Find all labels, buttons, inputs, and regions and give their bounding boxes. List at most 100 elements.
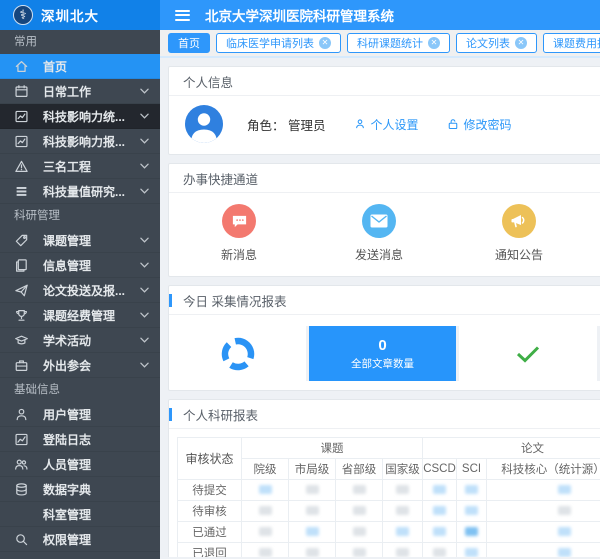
sidebar-item[interactable]: 日常工作 (0, 79, 160, 104)
sidebar-item[interactable]: 登陆日志 (0, 427, 160, 452)
open-tabs-bar: 首页临床医学申请列表✕科研课题统计✕论文列表✕课题费用报表✕用户列表✕ (160, 30, 600, 58)
table-cell[interactable] (383, 501, 423, 522)
table-cell[interactable] (289, 480, 336, 501)
table-cell[interactable] (336, 480, 383, 501)
lock-icon (447, 118, 459, 130)
sidebar-item-label: 科室管理 (43, 506, 91, 523)
hospital-logo-icon: ⚕ (13, 5, 33, 25)
tab-close-icon[interactable]: ✕ (428, 37, 440, 49)
table-cell[interactable] (242, 480, 289, 501)
table-row: 待提交 (178, 480, 600, 501)
table-cell[interactable] (336, 543, 383, 558)
table-cell[interactable] (289, 501, 336, 522)
quick-access-item[interactable]: 发送消息 (309, 204, 449, 263)
row-status-label: 待提交 (178, 480, 242, 501)
col-header-status: 审核状态 (178, 438, 242, 480)
blurred-value (353, 506, 366, 515)
blurred-value (465, 485, 478, 494)
table-cell[interactable] (487, 543, 600, 558)
sidebar-item[interactable]: 课题经费管理 (0, 303, 160, 328)
sidebar-item[interactable]: 信息管理 (0, 253, 160, 278)
table-cell[interactable] (336, 501, 383, 522)
table-cell[interactable] (423, 522, 457, 543)
tab[interactable]: 课题费用报表✕ (543, 33, 600, 53)
chevron-down-icon (140, 138, 149, 144)
blurred-value (558, 527, 571, 536)
tab-close-icon[interactable]: ✕ (319, 37, 331, 49)
sidebar-item[interactable]: 三名工程 (0, 154, 160, 179)
sidebar-item[interactable]: 科技量值研究... (0, 179, 160, 204)
col-group-header: 论文 (423, 438, 600, 459)
personal-info-card: 个人信息 角色： 管理员 个人设置 (168, 66, 600, 155)
sidebar-item[interactable]: 科技影响力报... (0, 129, 160, 154)
sidebar-item[interactable]: 外出参会 (0, 353, 160, 378)
table-cell[interactable] (487, 522, 600, 543)
search-icon (14, 532, 29, 547)
personal-settings-link[interactable]: 个人设置 (354, 116, 419, 133)
table-cell[interactable] (336, 522, 383, 543)
sidebar-item[interactable]: 用户管理 (0, 402, 160, 427)
table-cell[interactable] (383, 480, 423, 501)
menu-toggle-icon[interactable] (175, 10, 190, 21)
blurred-value (396, 506, 409, 515)
table-cell[interactable] (457, 480, 487, 501)
avatar[interactable] (185, 105, 223, 143)
sidebar-item[interactable]: 学术活动 (0, 328, 160, 353)
table-cell[interactable] (383, 522, 423, 543)
table-cell[interactable] (457, 522, 487, 543)
tab[interactable]: 科研课题统计✕ (347, 33, 450, 53)
table-cell[interactable] (487, 480, 600, 501)
top-header: ⚕ 深圳北大 北京大学深圳医院科研管理系统 (0, 0, 600, 30)
col-header: 院级 (242, 459, 289, 480)
none-icon (14, 507, 29, 522)
table-cell[interactable] (423, 543, 457, 558)
table-cell[interactable] (289, 543, 336, 558)
collection-status-box (169, 326, 306, 381)
sidebar-item[interactable]: 科室管理 (0, 502, 160, 527)
green-checkmark-icon (515, 345, 541, 363)
list-icon (14, 184, 29, 199)
quick-access-item[interactable]: 新消息 (169, 204, 309, 263)
sidebar-item[interactable]: 论文投送及报... (0, 278, 160, 303)
chart-line-icon (14, 432, 29, 447)
table-cell[interactable] (457, 543, 487, 558)
table-cell[interactable] (289, 522, 336, 543)
table-cell[interactable] (242, 543, 289, 558)
table-cell[interactable] (242, 522, 289, 543)
table-cell[interactable] (457, 501, 487, 522)
table-cell[interactable] (383, 543, 423, 558)
change-password-link[interactable]: 修改密码 (447, 116, 512, 133)
role-text: 角色： 管理员 (247, 115, 326, 134)
logo-text: 深圳北大 (41, 5, 99, 25)
row-status-label: 待审核 (178, 501, 242, 522)
tab-close-icon[interactable]: ✕ (515, 37, 527, 49)
content-scroll-area[interactable]: 个人信息 角色： 管理员 个人设置 (160, 58, 600, 557)
sidebar-item[interactable]: 人员管理 (0, 452, 160, 477)
tab[interactable]: 论文列表✕ (456, 33, 537, 53)
tab-label: 临床医学申请列表 (226, 35, 314, 51)
sidebar-item-label: 首页 (43, 58, 67, 75)
sidebar-item-label: 用户管理 (43, 406, 91, 423)
tab[interactable]: 首页 (168, 33, 210, 53)
total-articles-stat[interactable]: 0 全部文章数量 (309, 326, 456, 381)
quick-access-title: 办事快捷通道 (169, 164, 600, 193)
table-cell[interactable] (242, 501, 289, 522)
sidebar-item[interactable]: 数据字典 (0, 477, 160, 502)
chart-box-icon (14, 134, 29, 149)
quick-access-item[interactable]: 通知公告 (449, 204, 589, 263)
col-header: SCI (457, 459, 487, 480)
app-title: 北京大学深圳医院科研管理系统 (205, 5, 394, 25)
personal-report-title: 个人科研报表 (169, 400, 600, 429)
sidebar-item-label: 人员管理 (43, 456, 91, 473)
blurred-value (259, 527, 272, 536)
blurred-value (433, 527, 446, 536)
sidebar-item[interactable]: 科技影响力统... (0, 104, 160, 129)
sidebar-item[interactable]: 课题管理 (0, 228, 160, 253)
tab[interactable]: 临床医学申请列表 ✕ (216, 33, 341, 53)
table-cell[interactable] (423, 480, 457, 501)
sidebar-item[interactable]: 权限管理 (0, 527, 160, 552)
table-cell[interactable] (423, 501, 457, 522)
blurred-value (306, 485, 319, 494)
table-cell[interactable] (487, 501, 600, 522)
sidebar-item[interactable]: 首页 (0, 54, 160, 79)
